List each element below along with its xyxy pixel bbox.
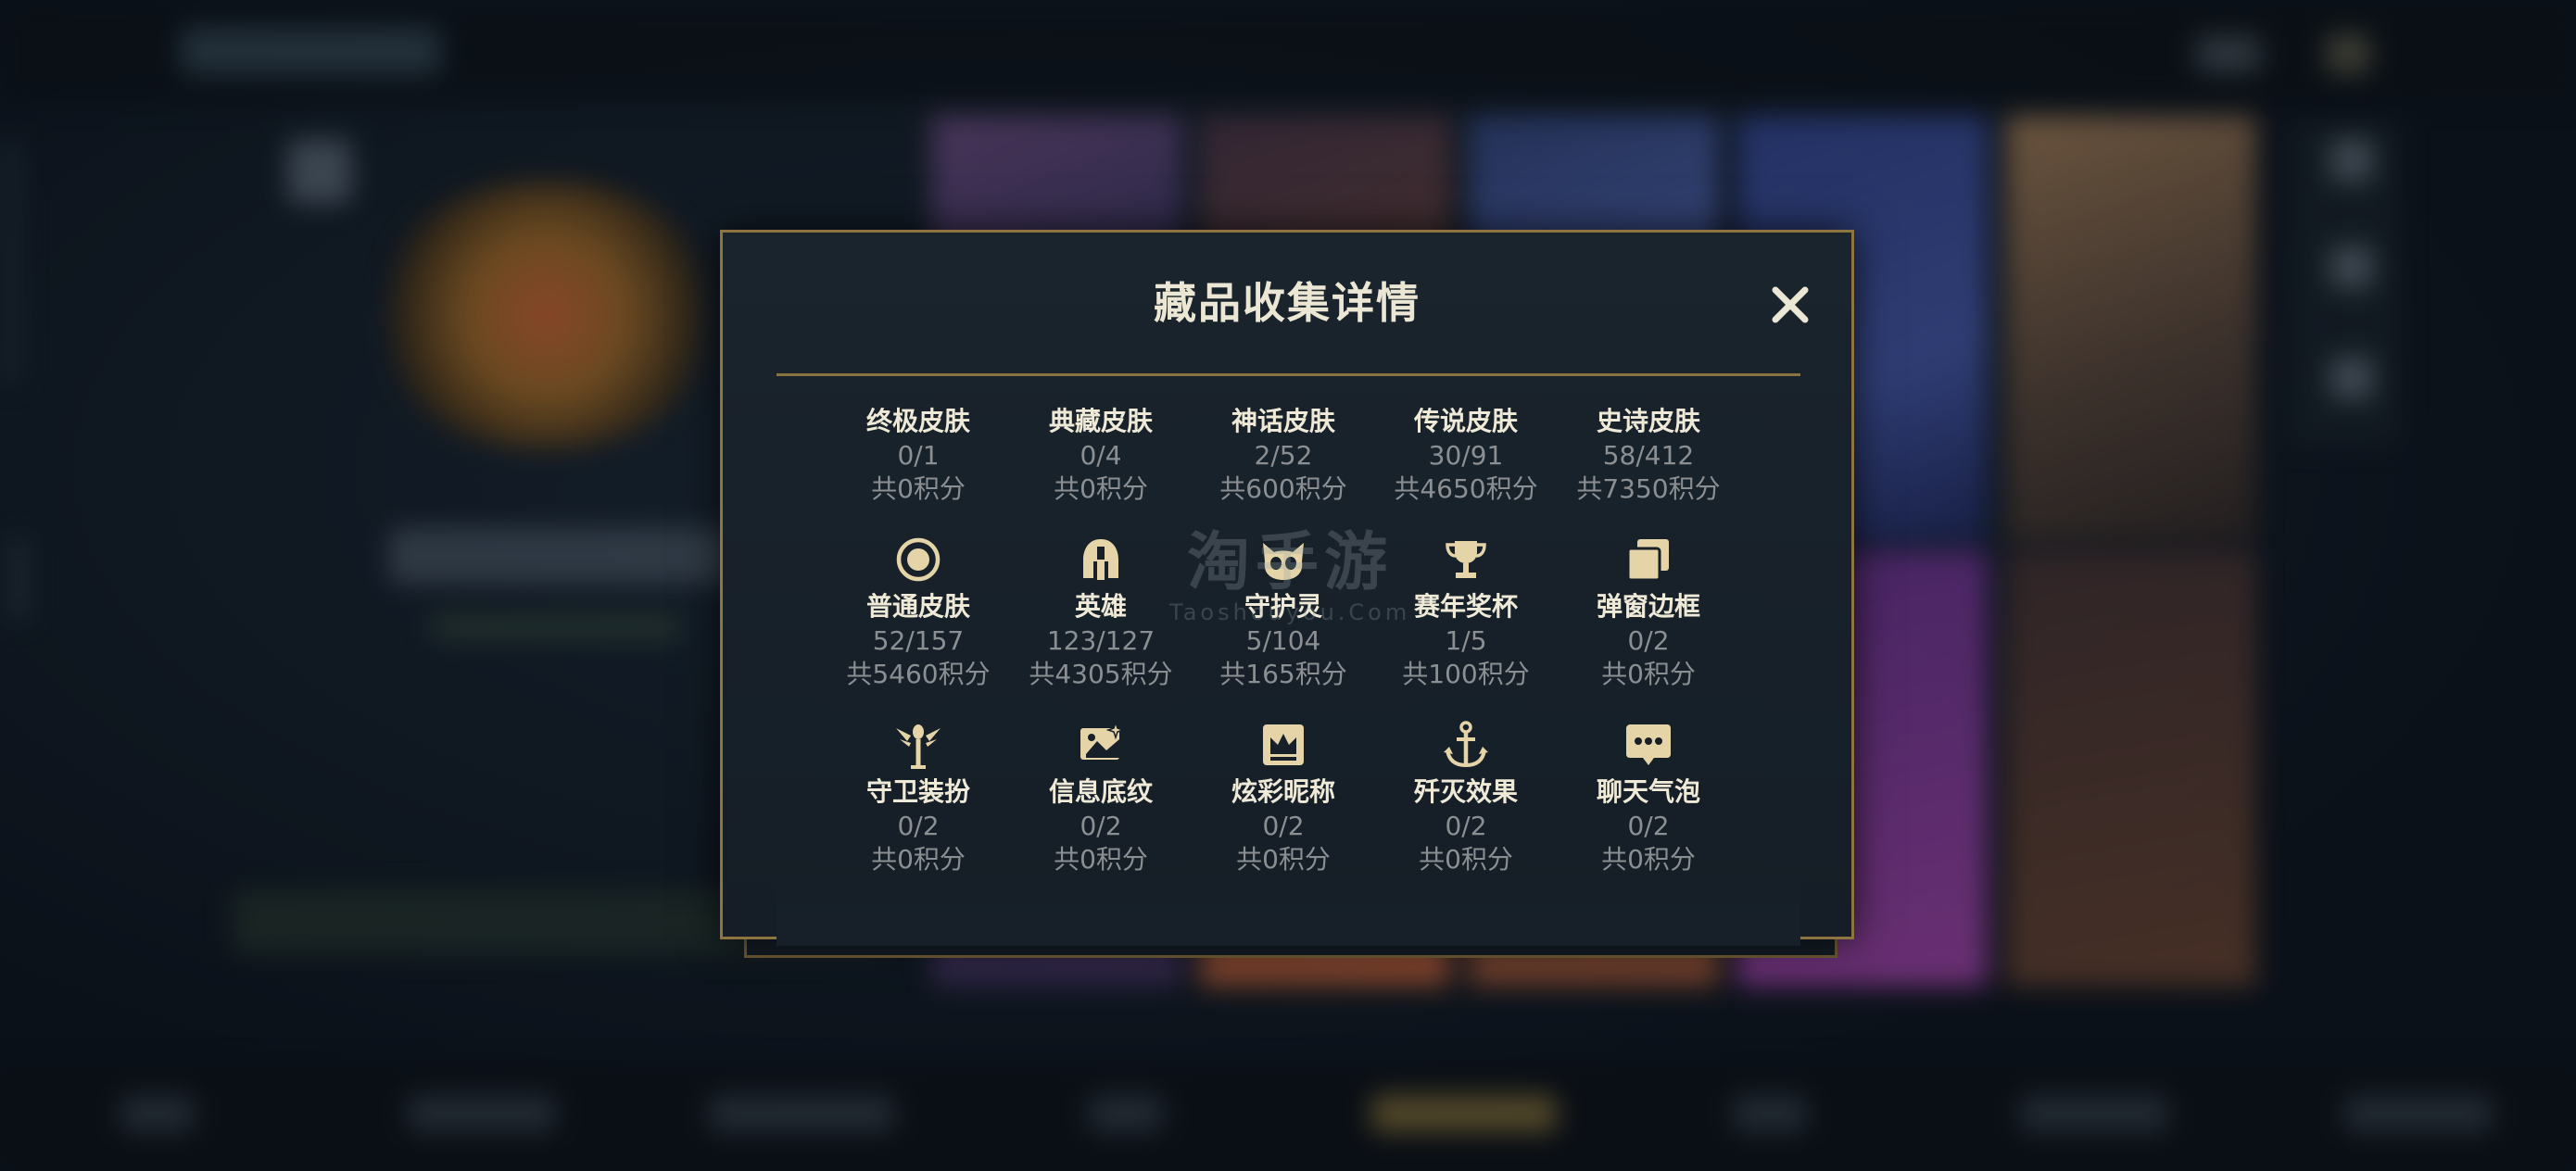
item-points: 共0积分 bbox=[871, 844, 966, 875]
item-count: 0/2 bbox=[897, 811, 940, 841]
helmet-icon bbox=[1075, 534, 1127, 586]
item-name: 信息底纹 bbox=[1048, 776, 1153, 807]
left-edge-tab bbox=[0, 144, 20, 384]
bottom-tab bbox=[120, 1095, 195, 1132]
item-points: 共0积分 bbox=[1601, 659, 1696, 689]
card-sparkle-icon bbox=[1075, 719, 1127, 771]
modal-title: 藏品收集详情 bbox=[1154, 278, 1421, 328]
ward-icon bbox=[892, 719, 944, 771]
crown-badge-icon bbox=[1257, 719, 1309, 771]
skin-card bbox=[2006, 551, 2256, 987]
close-icon bbox=[1772, 286, 1809, 323]
item-count: 1/5 bbox=[1445, 625, 1487, 656]
sidebar-icon bbox=[2330, 246, 2373, 288]
collection-item: 传说皮肤 30/91 共4650积分 bbox=[1373, 404, 1559, 506]
close-button[interactable] bbox=[1764, 279, 1816, 331]
bottom-tab bbox=[2020, 1095, 2168, 1132]
vertical-label bbox=[9, 537, 28, 621]
item-name: 终极皮肤 bbox=[865, 406, 970, 436]
item-points: 共165积分 bbox=[1219, 659, 1347, 689]
collection-item: 信息底纹 0/2 共0积分 bbox=[1008, 719, 1193, 876]
item-count: 0/2 bbox=[1080, 811, 1122, 841]
pet-icon bbox=[1257, 534, 1309, 586]
collection-item: 弹窗边框 0/2 共0积分 bbox=[1556, 534, 1741, 691]
collection-item: 普通皮肤 52/157 共5460积分 bbox=[826, 534, 1011, 691]
item-points: 共5460积分 bbox=[846, 659, 991, 689]
item-points: 共0积分 bbox=[1601, 844, 1696, 875]
item-points: 共100积分 bbox=[1402, 659, 1530, 689]
item-name: 守卫装扮 bbox=[865, 776, 970, 807]
collection-item: 神话皮肤 2/52 共600积分 bbox=[1191, 404, 1376, 506]
item-count: 0/4 bbox=[1080, 440, 1122, 471]
collection-list[interactable]: 终极皮肤 0/1 共0积分 典藏皮肤 0/4 共0积分 神话皮肤 2/52 共600积分 传说皮肤… bbox=[777, 404, 1800, 1103]
sidebar-icon bbox=[2330, 357, 2373, 399]
item-points: 共0积分 bbox=[1236, 844, 1331, 875]
item-points: 共600积分 bbox=[1219, 473, 1347, 504]
item-count: 0/2 bbox=[1445, 811, 1487, 841]
collection-item: 终极皮肤 0/1 共0积分 bbox=[826, 404, 1011, 506]
collection-item: 炫彩昵称 0/2 共0积分 bbox=[1191, 719, 1376, 876]
collection-item: 赛年奖杯 1/5 共100积分 bbox=[1373, 534, 1559, 691]
item-count: 0/1 bbox=[897, 440, 940, 471]
item-name: 歼灭效果 bbox=[1413, 776, 1518, 807]
item-name: 守护灵 bbox=[1244, 591, 1322, 622]
item-name: 聊天气泡 bbox=[1596, 776, 1700, 807]
chat-bubble-icon bbox=[1623, 719, 1674, 771]
item-points: 共7350积分 bbox=[1576, 473, 1721, 504]
collection-item: 守护灵 5/104 共165积分 bbox=[1191, 534, 1376, 691]
bottom-tab bbox=[2344, 1095, 2493, 1132]
title-divider bbox=[777, 373, 1800, 376]
item-name: 炫彩昵称 bbox=[1231, 776, 1335, 807]
skin-card bbox=[2006, 116, 2256, 542]
item-name: 典藏皮肤 bbox=[1048, 406, 1153, 436]
collection-item: 聊天气泡 0/2 共0积分 bbox=[1556, 719, 1741, 876]
sidebar-icon bbox=[2330, 139, 2373, 182]
item-count: 5/104 bbox=[1245, 625, 1321, 656]
item-name: 传说皮肤 bbox=[1413, 406, 1518, 436]
bottom-tab bbox=[408, 1095, 556, 1132]
item-name: 史诗皮肤 bbox=[1596, 406, 1700, 436]
item-name: 普通皮肤 bbox=[865, 591, 970, 622]
item-count: 30/91 bbox=[1428, 440, 1504, 471]
item-count: 0/2 bbox=[1627, 811, 1670, 841]
anchor-icon bbox=[1440, 719, 1492, 771]
item-name: 英雄 bbox=[1074, 591, 1127, 622]
item-points: 共4650积分 bbox=[1394, 473, 1538, 504]
collection-item: 英雄 123/127 共4305积分 bbox=[1008, 534, 1193, 691]
item-count: 0/2 bbox=[1262, 811, 1305, 841]
item-points: 共0积分 bbox=[1054, 844, 1148, 875]
collection-item: 典藏皮肤 0/4 共0积分 bbox=[1008, 404, 1193, 506]
item-count: 52/157 bbox=[872, 625, 965, 656]
rank-emblem bbox=[371, 181, 723, 449]
item-name: 赛年奖杯 bbox=[1413, 591, 1518, 622]
emblem-top-icon bbox=[287, 139, 352, 204]
screen: 藏品收集详情 终极皮肤 0/1 共0积分 典藏皮肤 0/4 共0积分 神话皮肤 2/52 共60… bbox=[0, 0, 2576, 1171]
item-points: 共0积分 bbox=[1054, 473, 1148, 504]
item-count: 123/127 bbox=[1046, 625, 1155, 656]
item-count: 58/412 bbox=[1602, 440, 1695, 471]
trophy-icon bbox=[1440, 534, 1492, 586]
item-points: 共0积分 bbox=[871, 473, 966, 504]
item-points: 共0积分 bbox=[1419, 844, 1513, 875]
collection-item: 歼灭效果 0/2 共0积分 bbox=[1373, 719, 1559, 876]
frame-icon bbox=[1623, 534, 1674, 586]
collection-item: 守卫装扮 0/2 共0积分 bbox=[826, 719, 1011, 876]
item-count: 2/52 bbox=[1254, 440, 1313, 471]
player-status bbox=[431, 616, 681, 638]
item-points: 共4305积分 bbox=[1029, 659, 1173, 689]
collection-details-modal: 藏品收集详情 终极皮肤 0/1 共0积分 典藏皮肤 0/4 共0积分 神话皮肤 2/52 共60… bbox=[720, 230, 1854, 946]
collection-item: 史诗皮肤 58/412 共7350积分 bbox=[1556, 404, 1741, 506]
top-right-button bbox=[2196, 35, 2261, 72]
player-name bbox=[389, 528, 741, 584]
item-count: 0/2 bbox=[1627, 625, 1670, 656]
ring-icon bbox=[892, 534, 944, 586]
item-name: 弹窗边框 bbox=[1596, 591, 1700, 622]
top-right-icon bbox=[2326, 33, 2370, 74]
item-name: 神话皮肤 bbox=[1231, 406, 1335, 436]
game-logo bbox=[181, 28, 440, 74]
